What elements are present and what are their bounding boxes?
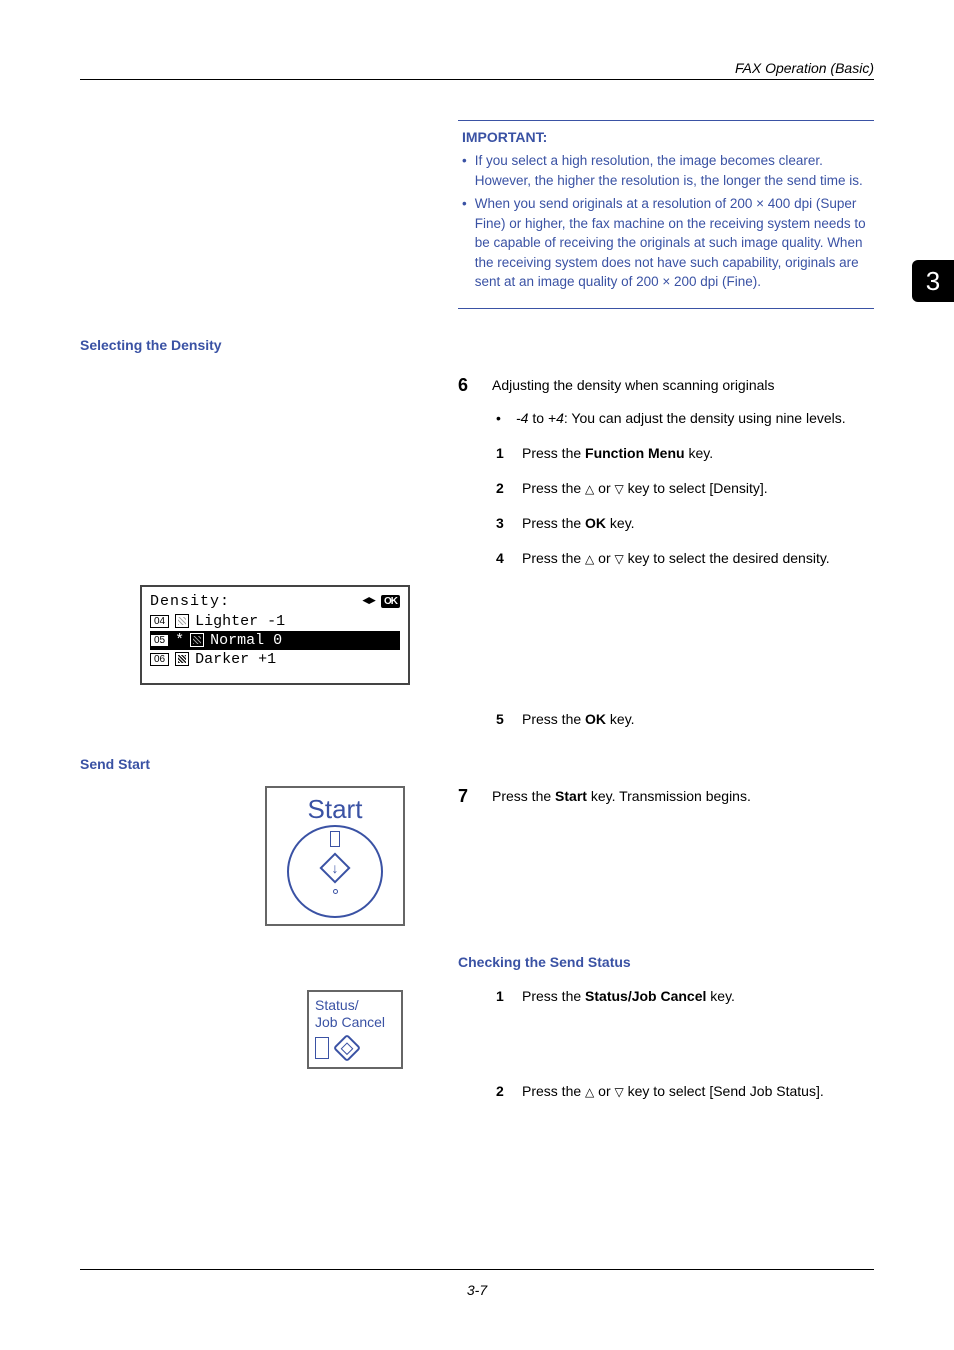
footer-rule: [80, 1269, 874, 1270]
down-triangle-icon: ▽: [615, 482, 624, 496]
step-number: 6: [458, 375, 478, 583]
lcd-item-text: Darker +1: [195, 651, 276, 668]
check-substep-1: 1Press the Status/Job Cancel key.: [496, 986, 874, 1007]
bullet-dot: •: [462, 151, 467, 190]
lcd-item-text: Lighter -1: [195, 613, 285, 630]
page-number: 3-7: [80, 1282, 874, 1298]
important-title: IMPORTANT:: [462, 129, 870, 145]
chapter-tab: 3: [912, 260, 954, 302]
section-density-heading: Selecting the Density: [80, 337, 874, 353]
substep-5: 5Press the OK key.: [496, 709, 874, 730]
step-number: 7: [458, 786, 478, 807]
start-key-label: Start: [308, 794, 363, 825]
important-bullet-text: If you select a high resolution, the ima…: [475, 151, 870, 190]
lcd-item-selected: 05 * Normal 0: [150, 631, 400, 650]
lcd-item-text: Normal 0: [210, 632, 282, 649]
substep-3: 3Press the OK key.: [496, 513, 874, 534]
status-button-icon: [333, 1033, 361, 1061]
density-darker-icon: [175, 652, 189, 666]
density-range-text: -4 to +4: You can adjust the density usi…: [516, 408, 846, 429]
status-jobcancel-label: Status/Job Cancel: [315, 997, 395, 1031]
lcd-item-tag: 06: [150, 653, 169, 666]
substep-text: Press the OK key.: [522, 709, 635, 730]
down-triangle-icon: ▽: [615, 552, 624, 566]
substep-4: 4Press the △ or ▽ key to select the desi…: [496, 548, 874, 569]
check-substep-2: 2Press the △ or ▽ key to select [Send Jo…: [496, 1081, 874, 1102]
down-triangle-icon: ▽: [615, 1085, 624, 1099]
substep-text: Press the △ or ▽ key to select [Send Job…: [522, 1081, 824, 1102]
density-normal-icon: [190, 633, 204, 647]
bullet-dot: •: [462, 194, 467, 292]
lcd-item-tag: 04: [150, 615, 169, 628]
up-triangle-icon: △: [585, 1085, 594, 1099]
up-triangle-icon: △: [585, 552, 594, 566]
ok-icon: OK: [381, 595, 400, 608]
density-lighter-icon: [175, 614, 189, 628]
status-jobcancel-illustration: Status/Job Cancel: [307, 990, 403, 1069]
lcd-nav-icons: ◄► OK: [362, 594, 400, 608]
important-note: IMPORTANT: •If you select a high resolut…: [458, 120, 874, 309]
lcd-item-star: *: [175, 632, 184, 649]
substep-text: Press the OK key.: [522, 513, 635, 534]
lcd-display: Density: ◄► OK 04 Lighter -1 05 * Normal …: [140, 585, 410, 685]
substep-text: Press the Status/Job Cancel key.: [522, 986, 735, 1007]
substep-text: Press the △ or ▽ key to select [Density]…: [522, 478, 768, 499]
start-diamond-icon: ↓: [320, 853, 350, 883]
bullet-dot: •: [496, 408, 506, 429]
lcd-item: 04 Lighter -1: [150, 612, 400, 631]
substep-text: Press the Function Menu key.: [522, 443, 713, 464]
density-range-bullet: • -4 to +4: You can adjust the density u…: [496, 408, 874, 429]
start-dot-icon: [333, 889, 338, 894]
step-6: 6 Adjusting the density when scanning or…: [458, 375, 874, 583]
important-bullet: •When you send originals at a resolution…: [462, 194, 870, 292]
up-triangle-icon: △: [585, 482, 594, 496]
important-bullet: •If you select a high resolution, the im…: [462, 151, 870, 190]
start-key-ring: ↓: [287, 825, 383, 918]
lcd-title: Density:: [150, 593, 230, 610]
status-led-icon: [315, 1037, 329, 1059]
step-7: 7 Press the Start key. Transmission begi…: [458, 786, 874, 807]
checking-send-status-heading: Checking the Send Status: [458, 954, 874, 970]
start-key-illustration: Start ↓: [265, 786, 405, 926]
substep-1: 1Press the Function Menu key.: [496, 443, 874, 464]
lcd-item: 06 Darker +1: [150, 650, 400, 669]
important-bullet-text: When you send originals at a resolution …: [475, 194, 870, 292]
step-6-text: Adjusting the density when scanning orig…: [492, 375, 874, 396]
section-sendstart-heading: Send Start: [80, 756, 874, 772]
start-led-icon: [330, 831, 340, 847]
lcd-item-tag: 05: [150, 634, 169, 647]
substep-text: Press the △ or ▽ key to select the desir…: [522, 548, 830, 569]
step-7-text: Press the Start key. Transmission begins…: [492, 786, 874, 807]
substep-2: 2Press the △ or ▽ key to select [Density…: [496, 478, 874, 499]
running-head: FAX Operation (Basic): [80, 60, 874, 76]
